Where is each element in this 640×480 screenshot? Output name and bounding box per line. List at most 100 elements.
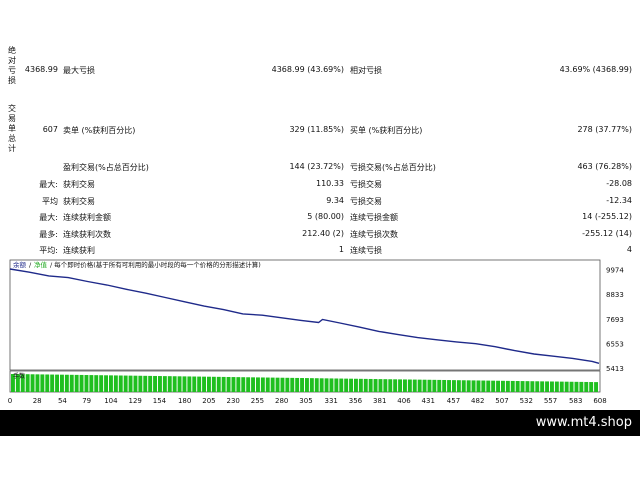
volume-bar <box>187 376 192 392</box>
volume-bar <box>368 378 373 392</box>
y-tick-label: 7693 <box>606 316 624 324</box>
volume-bar <box>285 377 290 392</box>
volume-bar <box>422 379 427 392</box>
volume-bar <box>398 379 403 392</box>
volume-bar <box>584 381 589 392</box>
average-profit-label: 获利交易 <box>63 197 95 206</box>
volume-bar <box>452 380 456 392</box>
volume-bar <box>74 374 79 392</box>
volume-bar <box>334 378 339 392</box>
volume-bar <box>133 375 138 392</box>
volume-bar <box>545 381 550 392</box>
x-tick-label: 104 <box>104 397 118 405</box>
volume-bar <box>319 378 324 392</box>
volume-bar <box>447 380 452 392</box>
volume-bar <box>207 376 211 392</box>
legend-equity: 净值 <box>34 260 48 269</box>
volume-bar <box>437 379 442 392</box>
volume-bar <box>510 380 515 392</box>
volume-bar <box>153 375 158 392</box>
volume-bar <box>35 374 40 392</box>
volume-bar <box>231 377 236 392</box>
largest-profit-label: 获利交易 <box>63 180 95 189</box>
average-prefix: 平均 <box>42 197 58 206</box>
volume-bar <box>50 374 55 392</box>
volume-bar <box>55 374 60 392</box>
volume-bar <box>162 376 167 392</box>
volume-bar <box>192 376 197 392</box>
volume-bar <box>594 382 599 392</box>
volume-bar <box>339 378 344 392</box>
consecutive-losses-money-label: 连续亏损金额 <box>350 213 398 222</box>
x-tick-label: 457 <box>447 397 460 405</box>
relative-drawdown-label: 相对亏损 <box>350 66 382 75</box>
volume-bar <box>530 381 535 392</box>
average-consecutive-wins-label: 连续获利 <box>63 246 95 255</box>
volume-bar <box>40 374 45 392</box>
volume-bar <box>290 377 295 392</box>
largest-profit-value: 110.33 <box>316 179 344 188</box>
volume-bar <box>520 381 525 392</box>
volume-bar <box>314 378 319 392</box>
short-positions-value: 329 (11.85%) <box>289 125 344 134</box>
volume-bar <box>388 379 393 392</box>
volume-bar <box>559 381 564 392</box>
profit-trades-value: 144 (23.72%) <box>289 162 344 171</box>
volume-bar <box>265 377 270 392</box>
largest-prefix: 最大: <box>39 180 58 189</box>
average2-prefix: 平均: <box>39 246 58 255</box>
volume-bar <box>403 379 407 392</box>
volume-bar <box>407 379 412 392</box>
y-tick-label: 5413 <box>606 365 624 373</box>
x-tick-label: 608 <box>593 397 606 405</box>
x-tick-label: 406 <box>397 397 411 405</box>
volume-bar <box>461 380 466 392</box>
volume-bar <box>113 375 118 392</box>
average-consecutive-losses-label: 连续亏损 <box>350 246 382 255</box>
volume-bar <box>295 377 300 392</box>
volume-bar <box>393 379 398 392</box>
volume-bar <box>344 378 349 392</box>
max-drawdown-value: 4368.99 (43.69%) <box>271 65 344 74</box>
total-trades-side-label: 交易单总计 <box>8 104 16 153</box>
balance-chart: 9974 8833 7693 6553 5413 0 28 54 79 104 129 154 180 2… <box>8 259 624 405</box>
volume-bar <box>466 380 471 392</box>
short-positions-label: 卖单 (%获利百分比) <box>63 126 136 135</box>
volume-bar <box>476 380 481 392</box>
volume-bar <box>363 378 368 392</box>
volume-bar <box>442 379 447 392</box>
volume-bar <box>260 377 265 392</box>
volume-bar <box>30 374 35 392</box>
volume-bar <box>123 375 128 392</box>
absolute-drawdown-side-label: 绝对亏损 <box>8 46 16 85</box>
chart-title: / 每个即时价格(基于所有可利用的最小时段的每一个价格的分形描述计算) <box>50 260 261 269</box>
volume-bar <box>564 381 569 392</box>
loss-trades-label: 亏损交易(%占总百分比) <box>350 163 436 172</box>
x-tick-label: 0 <box>8 397 12 405</box>
x-tick-label: 507 <box>495 397 508 405</box>
x-tick-label: 280 <box>275 397 288 405</box>
consecutive-loss-count-value: -255.12 (14) <box>582 229 632 238</box>
x-tick-label: 54 <box>58 397 67 405</box>
volume-bar <box>99 375 104 392</box>
x-tick-label: 381 <box>373 397 386 405</box>
x-tick-label: 431 <box>422 397 435 405</box>
volume-bar <box>305 378 309 392</box>
volume-bar <box>309 378 314 392</box>
loss-trades-value: 463 (76.28%) <box>577 162 632 171</box>
volume-bar <box>158 376 162 392</box>
volume-bar <box>256 377 260 392</box>
volume-bar <box>324 378 329 392</box>
volume-bar <box>280 377 285 392</box>
volume-bar <box>550 381 554 392</box>
maximum-prefix: 最大: <box>39 213 58 222</box>
volume-bar <box>177 376 182 392</box>
volume-bar <box>221 376 226 392</box>
volume-bar <box>45 374 50 392</box>
volume-bar <box>172 376 177 392</box>
volume-bar <box>64 374 69 392</box>
average-consecutive-losses-value: 4 <box>626 245 632 254</box>
volume-bar <box>211 376 216 392</box>
volume-bar <box>226 376 231 392</box>
volume-bar <box>148 375 153 392</box>
